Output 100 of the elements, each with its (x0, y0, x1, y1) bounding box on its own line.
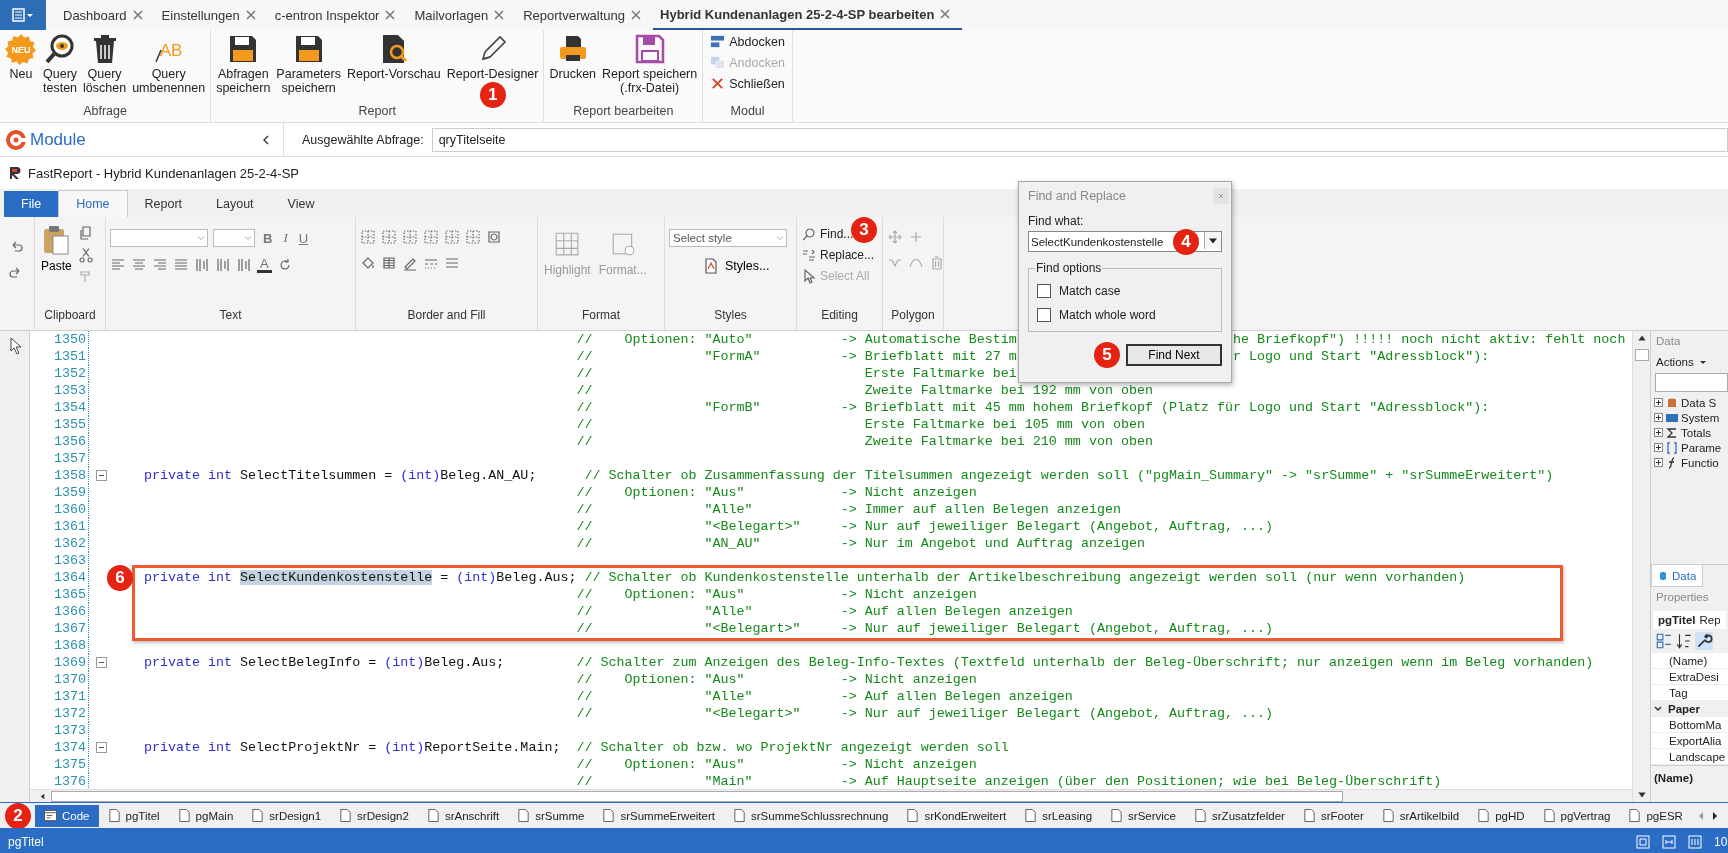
fit-width-icon[interactable] (1662, 835, 1676, 849)
close-icon[interactable] (245, 10, 256, 20)
page-tab[interactable]: srSumme (508, 804, 594, 827)
ribbon-tab[interactable]: Layout (199, 191, 271, 217)
bold-button[interactable]: B (260, 230, 276, 246)
close-icon[interactable] (385, 10, 396, 20)
ribbon-button[interactable]: Report speichern (.frx-Datei) (600, 33, 700, 95)
page-tab[interactable]: srSummeErweitert (593, 804, 724, 827)
font-color-button[interactable]: A (257, 257, 272, 273)
scroll-left-icon[interactable] (38, 791, 47, 801)
border-icon[interactable] (402, 229, 418, 245)
find-next-button[interactable]: Find Next (1126, 344, 1222, 366)
page-tab[interactable]: pgESR (1619, 804, 1692, 827)
styles-button[interactable]: Styles... (697, 257, 792, 275)
collapse-icon[interactable] (96, 657, 107, 668)
ribbon-tab[interactable]: Home (58, 190, 128, 217)
expand-icon[interactable] (1654, 413, 1663, 422)
page-tab[interactable]: srDesign1 (242, 804, 331, 827)
copy-icon[interactable] (77, 225, 94, 241)
vertical-scrollbar[interactable] (1632, 331, 1650, 802)
ribbon-button[interactable]: Schließen (706, 74, 789, 93)
tree-item[interactable]: Totals (1681, 426, 1712, 439)
document-tab[interactable]: Dashboard (56, 0, 155, 30)
page-tab[interactable]: srDesign2 (330, 804, 418, 827)
vertical-lines-icon[interactable] (194, 257, 210, 273)
settings-icon[interactable] (486, 229, 502, 245)
close-icon[interactable] (631, 10, 642, 20)
page-tab[interactable]: srFooter (1293, 804, 1373, 827)
italic-button[interactable]: I (280, 230, 291, 246)
paste-button[interactable]: Paste (39, 225, 74, 308)
page-tab[interactable]: pgVertrag (1533, 804, 1620, 827)
document-tab[interactable]: Reportverwaltung (516, 0, 654, 30)
dropdown-icon[interactable] (1204, 232, 1221, 249)
expand-icon[interactable] (1654, 398, 1663, 407)
cut-icon[interactable] (77, 247, 94, 263)
tree-item[interactable]: Functio (1681, 456, 1719, 469)
tree-item[interactable]: Data S (1681, 396, 1717, 409)
tree-item[interactable]: Parame (1681, 441, 1722, 454)
pointer-icon[interactable] (9, 337, 23, 355)
pattern-icon[interactable] (381, 255, 397, 271)
tree-item[interactable]: System (1681, 411, 1720, 424)
underline-button[interactable]: U (295, 230, 312, 246)
page-tab[interactable]: pgMain (168, 804, 243, 827)
page-tab[interactable]: srLeasing (1015, 804, 1102, 827)
query-field[interactable]: qryTitelseite (431, 127, 1728, 152)
horizontal-scrollbar[interactable] (30, 789, 1632, 802)
page-tab[interactable]: srKondErweitert (897, 804, 1016, 827)
expand-icon[interactable] (1654, 458, 1663, 467)
ribbon-tab[interactable]: Report (127, 191, 200, 217)
scrollbar-thumb[interactable] (51, 790, 1343, 802)
page-tab[interactable]: Code (35, 804, 99, 827)
ribbon-button[interactable]: Query testen (41, 33, 80, 95)
panel-tab[interactable]: Data (1651, 565, 1704, 587)
close-icon[interactable] (1213, 188, 1229, 204)
close-icon[interactable] (132, 10, 143, 20)
actual-size-icon[interactable] (1688, 835, 1702, 849)
fill-icon[interactable] (360, 255, 376, 271)
wrench-icon[interactable] (1695, 632, 1713, 650)
vertical-lines-icon[interactable] (236, 257, 252, 273)
page-tab[interactable]: srSummeSchlussrechnung (724, 804, 898, 827)
checkbox[interactable] (1037, 284, 1051, 298)
border-icon[interactable] (465, 229, 481, 245)
document-tab[interactable]: Einstellungen (154, 0, 268, 30)
vertical-lines-icon[interactable] (215, 257, 231, 273)
ribbon-button[interactable]: Drucken (547, 33, 599, 81)
page-tab[interactable]: srService (1101, 804, 1186, 827)
expand-icon[interactable] (1654, 428, 1663, 437)
find-field[interactable]: SelectKundenkostenstelle 4 (1028, 231, 1222, 252)
sort-icon[interactable] (1675, 632, 1693, 650)
collapse-icon[interactable] (261, 134, 271, 145)
app-menu-button[interactable] (0, 0, 46, 30)
page-tab[interactable]: srZusatzfelder (1185, 804, 1294, 827)
ribbon-button[interactable]: Abfragen speichern (214, 33, 273, 95)
style-combo[interactable]: Select style (669, 229, 787, 247)
ribbon-tab[interactable]: View (270, 191, 332, 217)
categorized-icon[interactable] (1655, 632, 1673, 650)
border-icon[interactable] (423, 229, 439, 245)
collapse-icon[interactable] (96, 742, 107, 753)
page-tab[interactable]: srAnschrift (417, 804, 509, 827)
close-icon[interactable] (940, 9, 951, 19)
fit-page-icon[interactable] (1636, 835, 1650, 849)
search-field[interactable] (1655, 373, 1728, 392)
document-tab[interactable]: Mailvorlagen (407, 0, 517, 30)
chevron-icon[interactable] (1653, 703, 1663, 714)
checkbox[interactable] (1037, 308, 1051, 322)
ribbon-tab[interactable]: File (4, 191, 59, 217)
page-tab[interactable]: srArtikelbild (1372, 804, 1469, 827)
ribbon-button[interactable]: AB Query umbenennen (130, 33, 208, 95)
ribbon-button[interactable]: Abdocken (706, 32, 789, 51)
page-tab[interactable]: pgTitel (98, 804, 169, 827)
close-icon[interactable] (494, 10, 505, 20)
delete-icon[interactable] (929, 255, 945, 271)
border-icon[interactable] (444, 229, 460, 245)
expand-icon[interactable] (1654, 443, 1663, 452)
ribbon-button[interactable]: Query löschen (81, 33, 129, 95)
ribbon-button[interactable]: Parameters speichern (274, 33, 343, 95)
actions-menu[interactable]: Actions (1656, 356, 1694, 368)
collapse-icon[interactable] (96, 470, 107, 481)
border-icon[interactable] (360, 229, 376, 245)
page-tab[interactable]: pgHD (1468, 804, 1534, 827)
